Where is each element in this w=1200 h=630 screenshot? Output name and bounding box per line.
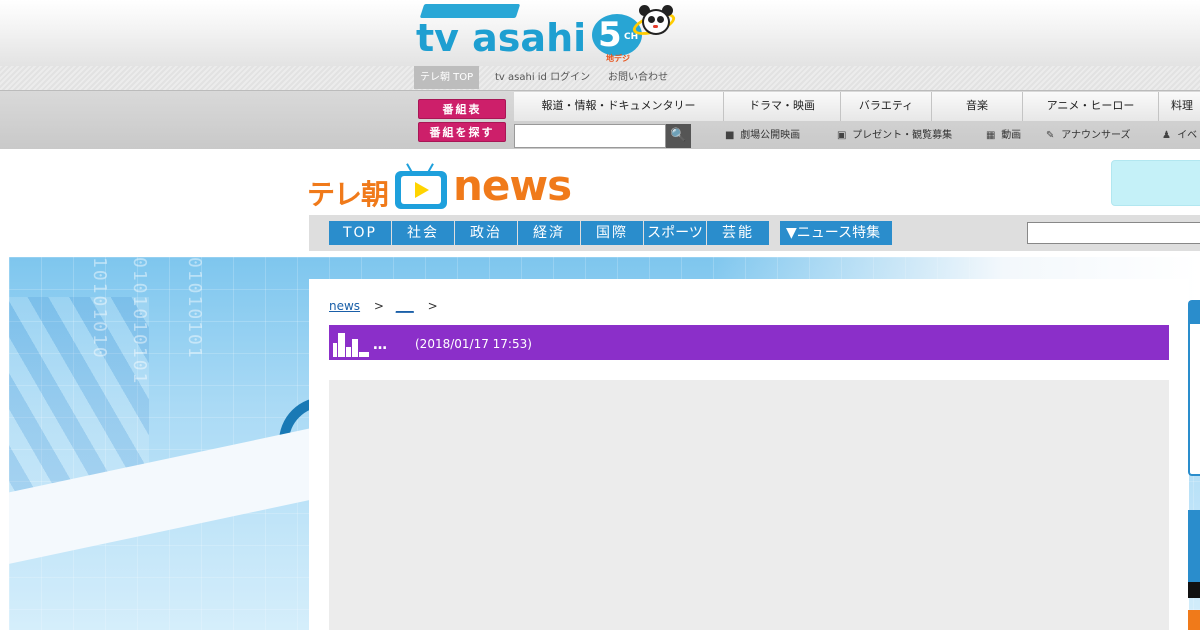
tab-politics[interactable]: 政治 xyxy=(455,221,517,245)
news-header: テレ朝 news TOP 社会 政治 経済 国際 スポーツ 芸能 ▼ニュース特集 xyxy=(0,149,1200,257)
news-logo-en: news xyxy=(453,161,572,210)
program-nav: 番組表 番組を探す 報道・情報・ドキュメンタリー ドラマ・映画 バラエティ 音楽… xyxy=(0,90,1200,149)
movie-link-label: 劇場公開映画 xyxy=(740,130,801,141)
movie-camera-icon: ■ xyxy=(725,130,735,141)
present-link-label: プレゼント・観覧募集 xyxy=(852,130,953,141)
genre-variety[interactable]: バラエティ xyxy=(841,92,932,121)
sidebar-widget[interactable] xyxy=(1188,300,1200,476)
channel-sub-label: 地デジ xyxy=(606,54,630,63)
tab-society[interactable]: 社会 xyxy=(392,221,454,245)
schedule-button[interactable]: 番組表 xyxy=(418,99,506,119)
announcer-link[interactable]: ✎ アナウンサーズ xyxy=(1046,124,1131,148)
event-link[interactable]: ♟ イベ xyxy=(1162,124,1197,148)
program-search-input[interactable] xyxy=(514,124,666,148)
article-date: (2018/01/17 17:53) xyxy=(415,337,532,351)
video-link-label: 動画 xyxy=(1001,130,1022,141)
gift-icon: ▣ xyxy=(837,130,847,141)
movie-link[interactable]: ■ 劇場公開映画 xyxy=(725,124,800,148)
tab-economy[interactable]: 経済 xyxy=(518,221,580,245)
breadcrumb-separator: > xyxy=(427,299,438,313)
login-link[interactable]: tv asahi id ログイン xyxy=(495,66,590,89)
header-banner[interactable] xyxy=(1111,160,1200,206)
genre-menu: 報道・情報・ドキュメンタリー ドラマ・映画 バラエティ 音楽 アニメ・ヒーロー … xyxy=(514,92,1200,121)
news-special-dropdown[interactable]: ▼ニュース特集 xyxy=(780,221,892,245)
tv-play-icon xyxy=(395,163,447,209)
genre-cooking[interactable]: 料理 xyxy=(1159,92,1200,121)
video-player[interactable] xyxy=(329,380,1169,630)
news-logo-jp: テレ朝 xyxy=(307,178,389,211)
tab-entertainment[interactable]: 芸能 xyxy=(707,221,769,245)
tab-sports[interactable]: スポーツ xyxy=(644,221,706,245)
sidebar-banner[interactable] xyxy=(1188,510,1200,598)
article-title: … xyxy=(373,337,387,353)
video-link[interactable]: ▦ 動画 xyxy=(986,124,1021,148)
find-program-button[interactable]: 番組を探す xyxy=(418,122,506,142)
genre-anime[interactable]: アニメ・ヒーロー xyxy=(1023,92,1159,121)
breadcrumb-category[interactable]: ___ xyxy=(396,299,414,313)
news-search-input[interactable] xyxy=(1027,222,1200,244)
genre-drama[interactable]: ドラマ・映画 xyxy=(724,92,841,121)
category-nav: TOP 社会 政治 経済 国際 スポーツ 芸能 ▼ニュース特集 xyxy=(309,215,1200,251)
event-link-label: イベ xyxy=(1177,130,1198,141)
city-skyline-icon xyxy=(331,329,371,357)
panda-mascot-icon xyxy=(630,5,678,40)
contact-link[interactable]: お問い合わせ xyxy=(608,66,668,89)
breadcrumb-home[interactable]: news xyxy=(329,299,360,313)
tv-asahi-news-logo[interactable]: テレ朝 news xyxy=(307,155,577,211)
search-icon[interactable]: 🔍 xyxy=(666,124,691,148)
tab-top[interactable]: TOP xyxy=(329,221,391,245)
sidebar-banner-orange[interactable] xyxy=(1188,610,1200,630)
video-icon: ▦ xyxy=(986,130,996,141)
breadcrumb: news > ___ > xyxy=(329,299,446,313)
global-header: tv asahi 5 CH 地デジ xyxy=(0,0,1200,66)
breadcrumb-separator: > xyxy=(373,299,384,313)
genre-music[interactable]: 音楽 xyxy=(932,92,1023,121)
article-title-bar: … (2018/01/17 17:53) xyxy=(329,325,1169,360)
pen-icon: ✎ xyxy=(1046,130,1055,141)
present-link[interactable]: ▣ プレゼント・観覧募集 xyxy=(837,124,952,148)
person-icon: ♟ xyxy=(1162,130,1171,141)
announcer-link-label: アナウンサーズ xyxy=(1061,130,1131,141)
utility-bar: テレ朝 TOP tv asahi id ログイン お問い合わせ xyxy=(0,66,1200,90)
tvasahi-top-link[interactable]: テレ朝 TOP xyxy=(414,66,480,89)
genre-news[interactable]: 報道・情報・ドキュメンタリー xyxy=(514,92,724,121)
logo-text: tv asahi xyxy=(416,16,587,60)
tab-international[interactable]: 国際 xyxy=(581,221,643,245)
tv-asahi-logo[interactable]: tv asahi 5 CH 地デジ xyxy=(414,2,679,64)
article-main: news > ___ > … (2018/01/17 17:53) xyxy=(309,279,1189,630)
